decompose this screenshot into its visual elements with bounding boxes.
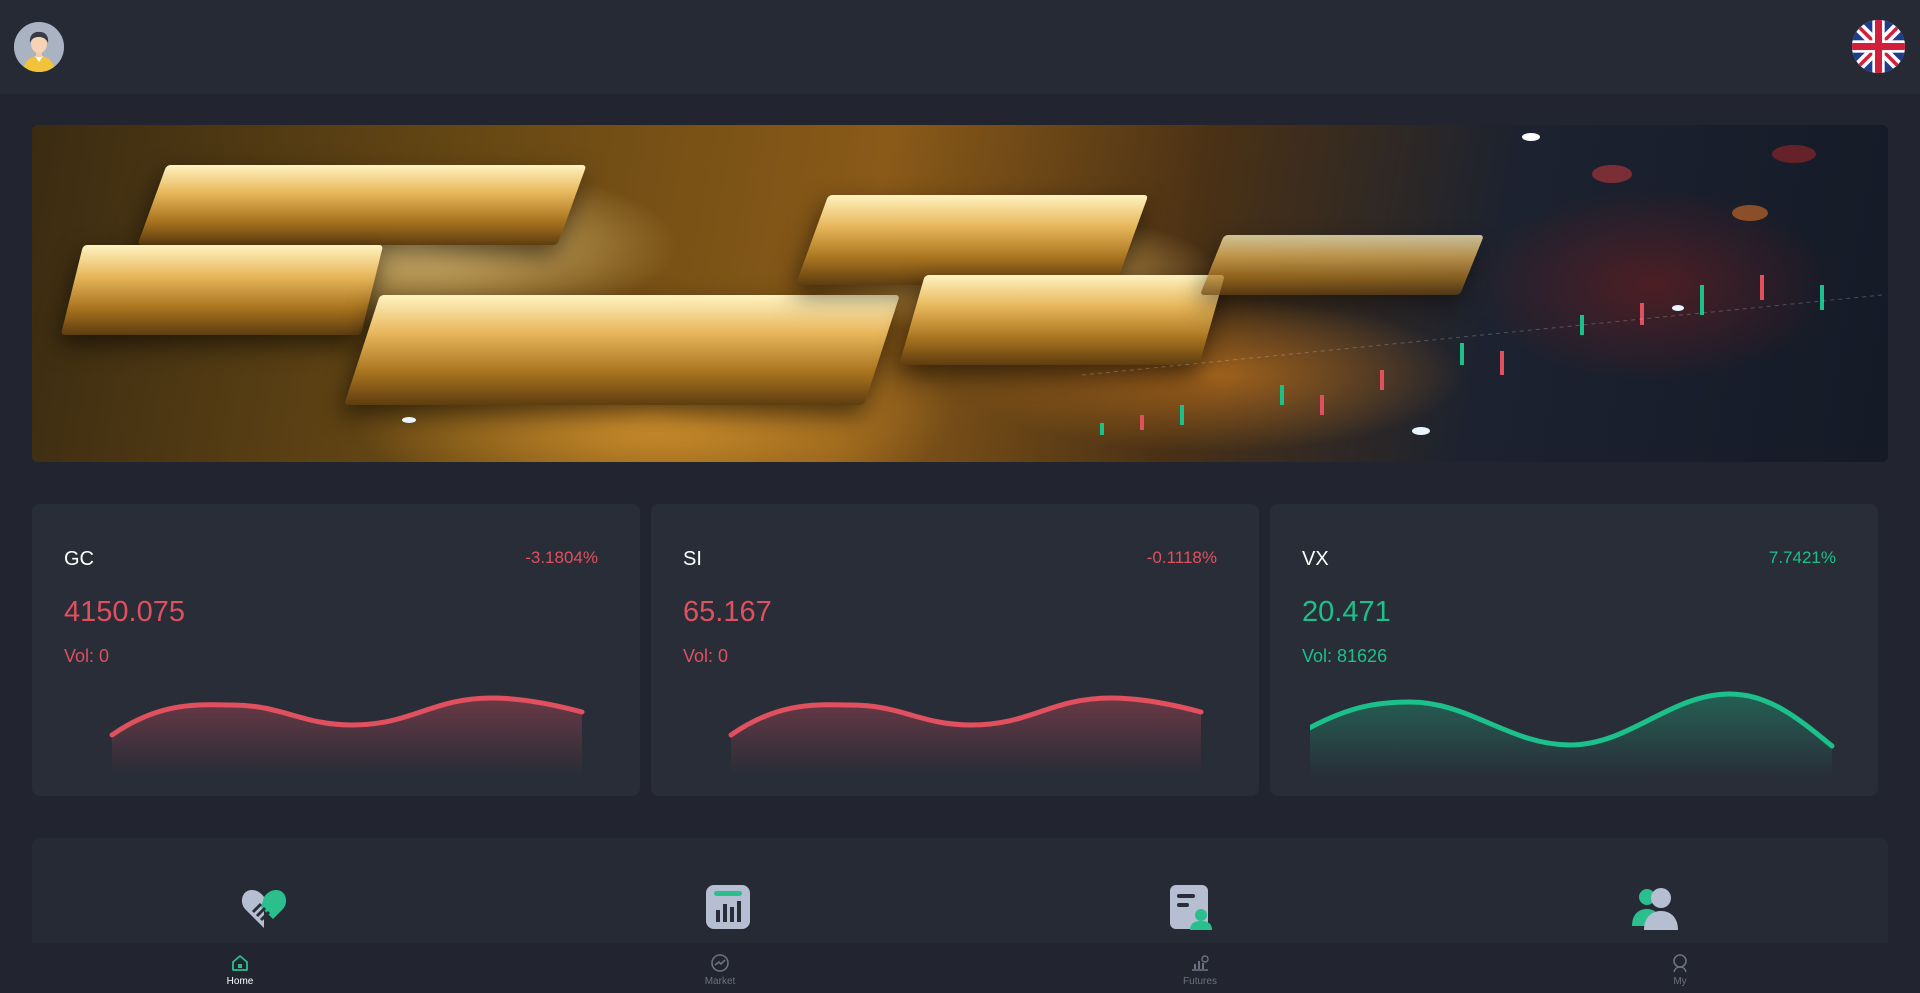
bokeh-dot	[1772, 145, 1816, 163]
light-dot	[1522, 133, 1540, 141]
report-chart-icon[interactable]	[703, 882, 753, 932]
ticker-change: -3.1804%	[525, 548, 598, 567]
tab-label: Home	[226, 976, 254, 987]
sparkline-chart	[1310, 691, 1835, 778]
futures-chart-icon	[1192, 955, 1209, 971]
bottom-tab-bar: Home Market Futures My	[0, 943, 1920, 993]
tab-label: Futures	[1183, 976, 1217, 987]
tab-my[interactable]: My	[1620, 943, 1740, 993]
profile-icon	[1673, 954, 1687, 973]
ticker-volume: Vol: 81626	[1302, 646, 1388, 666]
light-dot	[402, 417, 416, 423]
gold-bar-shape	[60, 245, 384, 335]
tab-futures[interactable]: Futures	[1140, 943, 1260, 993]
sparkline-chart	[109, 695, 585, 775]
promo-banner-image[interactable]	[32, 125, 1888, 462]
ticker-card[interactable]: VX 7.7421% 20.471 Vol: 81626	[1270, 504, 1878, 796]
candlestick-overlay	[1082, 275, 1882, 435]
uk-flag-icon[interactable]	[1852, 20, 1905, 73]
bokeh-dot	[1732, 205, 1768, 221]
ticker-change: -0.1118%	[1146, 548, 1217, 567]
tab-label: My	[1673, 976, 1687, 987]
users-group-icon[interactable]	[1630, 882, 1680, 932]
ticker-change: 7.7421%	[1768, 548, 1836, 567]
top-bar	[0, 0, 1920, 94]
ticker-symbol: SI	[683, 548, 702, 570]
home-icon	[232, 955, 248, 971]
ticker-card[interactable]: SI -0.1118% 65.167 Vol: 0	[651, 504, 1259, 796]
ticker-symbol: GC	[64, 548, 94, 570]
market-gauge-icon	[711, 954, 729, 972]
ticker-volume: Vol: 0	[64, 646, 110, 666]
sparkline-chart	[728, 695, 1204, 775]
tab-market[interactable]: Market	[660, 943, 780, 993]
user-avatar-icon[interactable]	[14, 22, 64, 72]
gold-bar-shape	[344, 295, 900, 405]
ticker-symbol: VX	[1302, 548, 1329, 570]
tab-label: Market	[704, 976, 736, 987]
ticker-volume: Vol: 0	[683, 646, 729, 666]
ticker-price: 20.471	[1302, 596, 1391, 628]
tab-home[interactable]: Home	[180, 943, 300, 993]
bokeh-dot	[1592, 165, 1632, 183]
gold-bar-shape	[137, 165, 587, 245]
handshake-heart-icon[interactable]	[239, 882, 289, 932]
document-user-icon[interactable]	[1166, 882, 1216, 932]
ticker-price: 65.167	[683, 596, 772, 628]
ticker-price: 4150.075	[64, 596, 185, 628]
ticker-card[interactable]: GC -3.1804% 4150.075 Vol: 0	[32, 504, 640, 796]
